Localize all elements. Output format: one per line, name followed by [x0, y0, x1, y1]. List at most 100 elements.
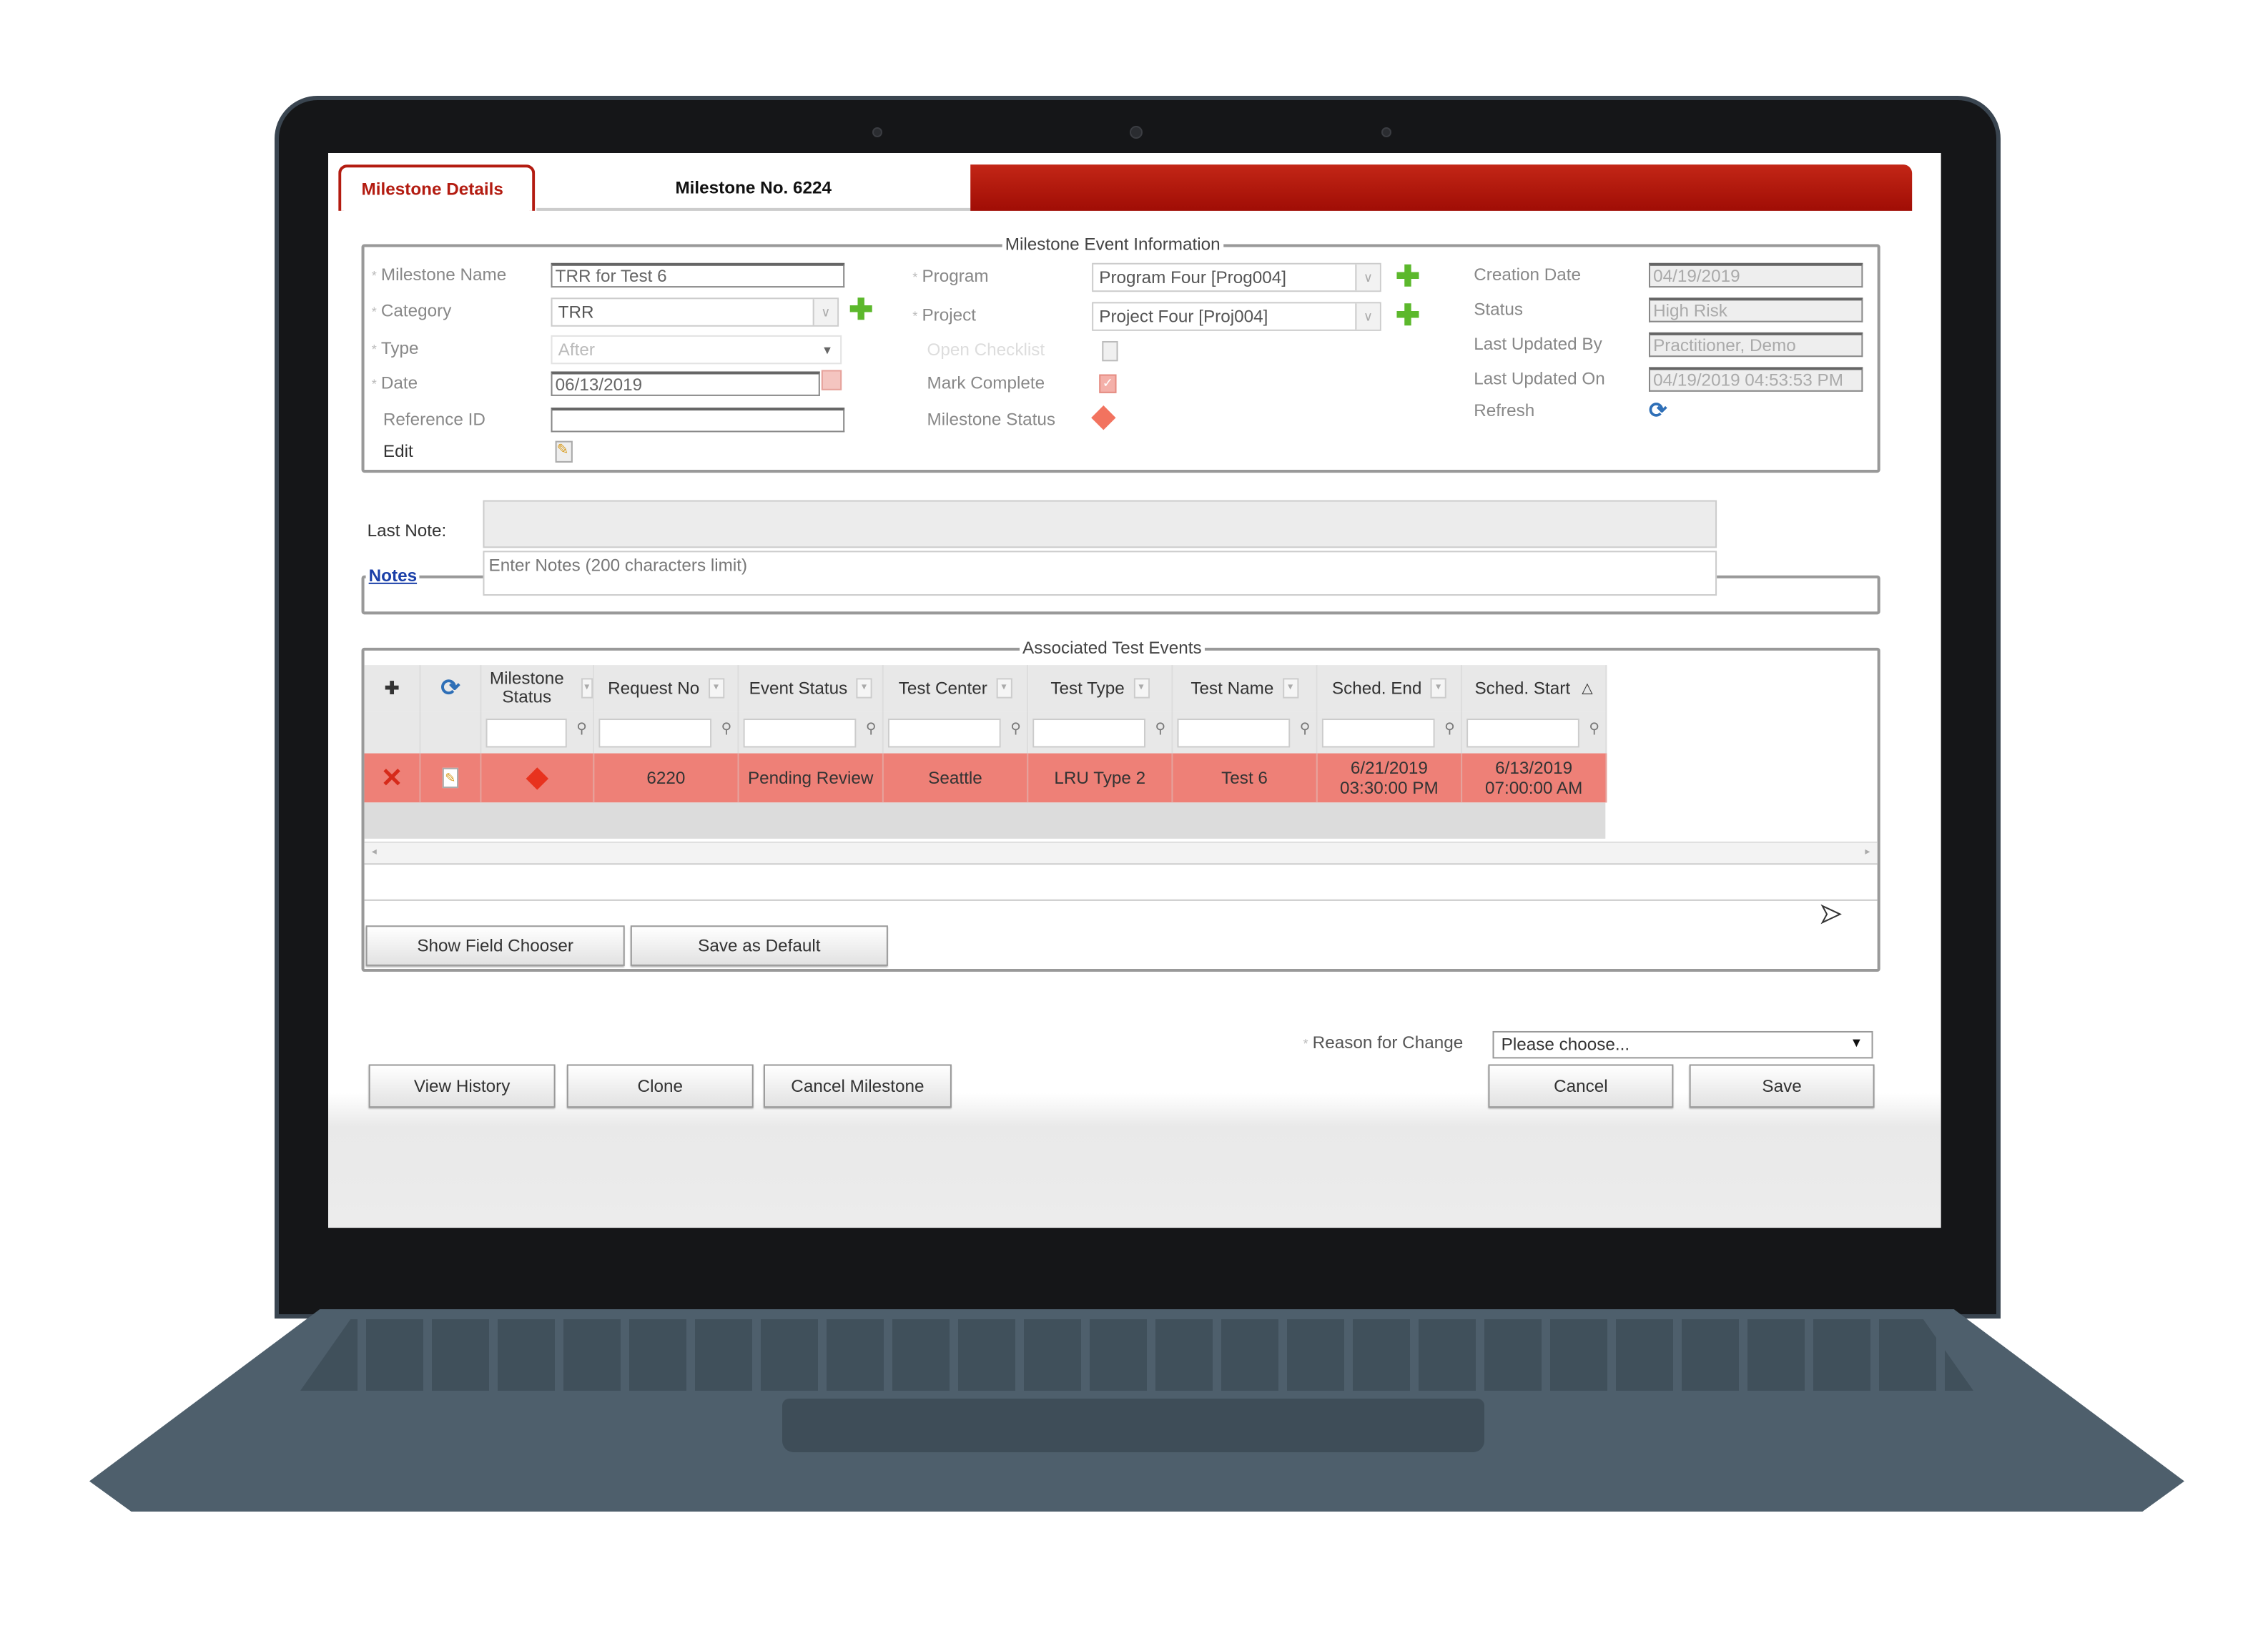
refresh-icon[interactable]: ⟳	[1649, 398, 1667, 423]
dropdown-arrow-icon: ▼	[822, 344, 834, 358]
milestone-name-label: * Milestone Name	[371, 264, 507, 285]
test-events-legend: Associated Test Events	[1019, 637, 1205, 659]
filter-input[interactable]: ⚲	[883, 711, 1029, 754]
clipboard-icon	[1102, 340, 1118, 362]
column-header[interactable]: Test Type ▾	[1028, 665, 1173, 711]
add-row-icon[interactable]: ✚	[364, 665, 421, 711]
open-checklist-label: Open Checklist	[927, 339, 1045, 360]
reason-select[interactable]: Please choose... ▼	[1492, 1030, 1873, 1059]
notes-textarea[interactable]: Enter Notes (200 characters limit)	[483, 551, 1717, 596]
creation-date-label: Creation Date	[1474, 264, 1582, 285]
date-input[interactable]: 06/13/2019	[551, 371, 820, 396]
type-select[interactable]: After ▼	[551, 335, 842, 365]
column-header[interactable]: Sched. Start △	[1462, 665, 1607, 711]
clone-button[interactable]: Clone	[566, 1064, 754, 1108]
refresh-label: Refresh	[1474, 400, 1535, 421]
save-button[interactable]: Save	[1689, 1064, 1875, 1108]
filter-icon: ⚲	[576, 721, 588, 738]
category-label: * Category	[371, 300, 452, 321]
status-label: Status	[1474, 299, 1524, 320]
filter-icon: ⚲	[865, 721, 877, 738]
footer-background	[328, 1093, 1941, 1228]
view-history-button[interactable]: View History	[368, 1064, 556, 1108]
mark-complete-checkbox-icon[interactable]: ✓	[1099, 374, 1117, 393]
add-category-icon[interactable]: ✚	[849, 296, 873, 325]
sensor-icon	[1381, 127, 1391, 137]
grid-empty-area	[364, 802, 1606, 839]
cancel-button[interactable]: Cancel	[1488, 1064, 1674, 1108]
trackpad	[782, 1399, 1484, 1452]
program-select[interactable]: Program Four [Prog004] ∨	[1092, 262, 1381, 292]
filter-input[interactable]: ⚲	[1028, 711, 1173, 754]
event-status-cell: Pending Review	[739, 753, 884, 803]
milestone-name-input[interactable]: TRR for Test 6	[551, 262, 845, 288]
date-label: * Date	[371, 373, 418, 393]
calendar-icon[interactable]	[821, 370, 842, 390]
test-type-cell: LRU Type 2	[1028, 753, 1173, 803]
last-updated-on-field: 04/19/2019 04:53:53 PM	[1648, 367, 1863, 392]
filter-icon: ⚲	[721, 721, 732, 738]
category-select[interactable]: TRR ∨	[551, 297, 839, 327]
dropdown-arrow-icon: ▼	[1850, 1035, 1863, 1050]
add-program-icon[interactable]: ✚	[1396, 263, 1420, 292]
edit-icon[interactable]: ✎	[555, 440, 573, 463]
sched-start-cell: 6/13/2019 07:00:00 AM	[1462, 753, 1607, 803]
program-label: * Program	[912, 265, 989, 287]
divider	[364, 899, 1878, 901]
refresh-grid-icon[interactable]: ⟳	[420, 665, 482, 711]
filter-icon: ⚲	[1155, 721, 1166, 738]
horizontal-scrollbar[interactable]: ◂ ▸	[364, 841, 1878, 865]
filter-icon: ⚲	[1010, 721, 1022, 738]
filter-input[interactable]: ⚲	[1462, 711, 1607, 754]
chevron-down-icon: ∨	[812, 299, 838, 325]
status-diamond-icon	[526, 767, 549, 789]
cancel-milestone-button[interactable]: Cancel Milestone	[763, 1064, 952, 1108]
edit-label: Edit	[383, 440, 413, 461]
mark-complete-label: Mark Complete	[927, 373, 1045, 393]
request-no-cell: 6220	[594, 753, 739, 803]
filter-icon: ⚲	[1299, 721, 1311, 738]
reference-id-label: Reference ID	[383, 409, 485, 430]
filter-input[interactable]: ⚲	[1173, 711, 1318, 754]
last-updated-by-label: Last Updated By	[1474, 333, 1602, 355]
filter-input[interactable]: ⚲	[481, 711, 595, 754]
sort-ascending-icon[interactable]: △	[1582, 679, 1593, 697]
column-header[interactable]: Milestone Status ▾	[481, 665, 595, 711]
notes-link[interactable]: Notes	[365, 565, 420, 586]
filter-icon: ⚲	[1589, 721, 1600, 738]
keyboard	[300, 1319, 1973, 1391]
filter-input[interactable]: ⚲	[1317, 711, 1463, 754]
column-header[interactable]: Test Name ▾	[1173, 665, 1318, 711]
filter-input[interactable]: ⚲	[739, 711, 884, 754]
project-select[interactable]: Project Four [Proj004] ∨	[1092, 302, 1381, 331]
last-note-field	[483, 500, 1717, 548]
edit-row-icon[interactable]: ✎	[420, 753, 482, 803]
filter-input[interactable]: ⚲	[594, 711, 739, 754]
delete-row-icon[interactable]: ✕	[364, 753, 421, 803]
test-center-cell: Seattle	[883, 753, 1029, 803]
column-header[interactable]: Test Center ▾	[883, 665, 1029, 711]
sched-end-cell: 6/21/2019 03:30:00 PM	[1317, 753, 1463, 803]
test-name-cell: Test 6	[1173, 753, 1318, 803]
type-label: * Type	[371, 337, 419, 359]
save-as-default-button[interactable]: Save as Default	[630, 925, 888, 966]
app-screen: Milestone Details Milestone No. 6224 Mil…	[328, 153, 1941, 1228]
grid-filter-row: ⚲ ⚲ ⚲ ⚲ ⚲ ⚲ ⚲ ⚲	[364, 711, 1607, 754]
chevron-down-icon: ∨	[1355, 264, 1380, 291]
column-header[interactable]: Request No ▾	[594, 665, 739, 711]
show-field-chooser-button[interactable]: Show Field Chooser	[365, 925, 625, 966]
status-cell	[481, 753, 595, 803]
filter-icon: ⚲	[1444, 721, 1455, 738]
last-note-label: Last Note:	[367, 520, 447, 541]
tab-milestone-number[interactable]: Milestone No. 6224	[536, 164, 971, 211]
mouse-cursor: ➤	[1819, 899, 1843, 929]
table-row[interactable]: ✕ ✎ 6220 Pending Review Seattle LRU Type…	[364, 753, 1607, 803]
event-info-legend: Milestone Event Information	[1002, 234, 1223, 255]
tab-milestone-details[interactable]: Milestone Details	[338, 164, 536, 211]
add-project-icon[interactable]: ✚	[1396, 302, 1420, 330]
column-header[interactable]: Sched. End ▾	[1317, 665, 1463, 711]
reference-id-input[interactable]	[551, 408, 845, 433]
milestone-status-label: Milestone Status	[927, 409, 1055, 430]
column-header[interactable]: Event Status ▾	[739, 665, 884, 711]
header-bar	[970, 164, 1913, 211]
